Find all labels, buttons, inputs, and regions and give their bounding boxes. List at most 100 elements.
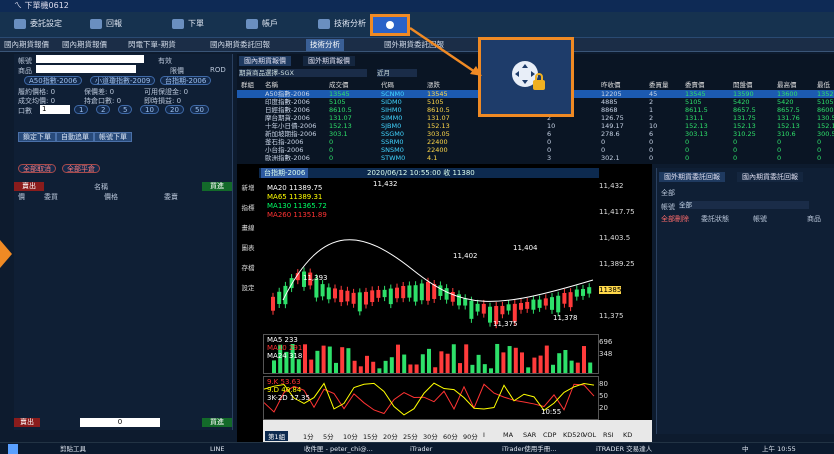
qty-btn-20[interactable]: 20: [165, 105, 184, 114]
timeframe-button[interactable]: KD: [623, 431, 632, 439]
sell-button[interactable]: 賣出: [14, 418, 40, 427]
group-select[interactable]: 第1組: [265, 431, 289, 441]
quote-row[interactable]: 小台指-2006 0 SNSM0 22400 0 0 0 0 0 0 0: [237, 146, 834, 154]
tab-domestic-report[interactable]: 國內期貨委託回報: [210, 39, 270, 51]
qty-btn-1[interactable]: 1: [74, 105, 89, 114]
volume-bar: [365, 355, 369, 373]
product-filter[interactable]: 期貨商品選擇-SGX: [239, 69, 367, 77]
timeframe-button[interactable]: MA: [503, 431, 513, 439]
quote-row[interactable]: 十年小日債-2006 152.13 SJBM0 152.13 10 149.17 10 152…: [237, 122, 834, 130]
axis-tick: 11,403.5: [599, 234, 631, 242]
toolbar-button-report[interactable]: 回報: [90, 15, 122, 33]
timeframe-button[interactable]: SAR: [523, 431, 536, 439]
legend-item: 9.K 53.63: [267, 378, 301, 386]
chart-side-menu: 新增 指標 畫線 圖表 存檔 設定: [237, 182, 259, 312]
timeframe-button[interactable]: 25分: [403, 431, 418, 441]
lock-toolbar-button[interactable]: [370, 14, 410, 36]
timeframe-button[interactable]: 60分: [443, 431, 458, 441]
timeframe-button[interactable]: RSI: [603, 431, 614, 439]
price-type[interactable]: 限價: [170, 66, 184, 76]
tab-domestic-order-report[interactable]: 國內期貨委託回報: [737, 172, 803, 182]
col-ask: 委賣: [164, 193, 178, 201]
side-draw[interactable]: 畫線: [240, 222, 256, 236]
qty-btn-5[interactable]: 5: [118, 105, 133, 114]
timeframe-button[interactable]: VOL: [583, 431, 596, 439]
side-chart[interactable]: 圖表: [240, 242, 256, 256]
timeframe-button[interactable]: KD520: [563, 431, 585, 439]
tab-flash-order[interactable]: 閃電下單-期貨: [128, 39, 176, 51]
volume-bar: [420, 354, 425, 373]
timeframe-button[interactable]: 15分: [363, 431, 378, 441]
timeframe-button[interactable]: 10分: [343, 431, 358, 441]
report-panel: 國外期貨委託回報 國內期貨委託回報 全部 帳號 全部 全部刪除 委託狀態 帳號 …: [656, 168, 834, 434]
quote-row[interactable]: 歐洲指數-2006 0 STWM0 4.1 3 302.1 0 0 0 0 0: [237, 154, 834, 162]
quote-cell-bq: 2: [649, 98, 654, 106]
toolbar-button-tech-analysis[interactable]: 技術分析: [318, 15, 366, 33]
buy-button[interactable]: 買進: [202, 418, 232, 427]
start-icon[interactable]: [8, 444, 18, 454]
tab-foreign-order-report[interactable]: 國外期貨委託回報: [659, 172, 725, 182]
lock-order-button[interactable]: 鎖定下單: [18, 132, 56, 142]
timeframe-button[interactable]: 20分: [383, 431, 398, 441]
quote-cell-chg: 303.05: [427, 130, 450, 138]
legend-item: MA24 318: [267, 352, 303, 360]
timeframe-button[interactable]: I: [483, 431, 485, 439]
rod-type[interactable]: ROD: [210, 66, 226, 74]
tab-foreign-quote[interactable]: 國外期貨報價: [303, 56, 355, 66]
taskbar-app-manual[interactable]: iTrader使用手冊...: [502, 444, 556, 454]
pill-taiex[interactable]: 台指期-2006: [160, 76, 212, 85]
taskbar-app-snip[interactable]: 剪貼工具: [60, 444, 86, 454]
qty-btn-2[interactable]: 2: [96, 105, 111, 114]
chart-symbol[interactable]: 台指期-2006: [261, 168, 309, 178]
quote-row[interactable]: 釜石指-2006 0 SSRM0 22400 0 0 0 0 0 0 0: [237, 138, 834, 146]
side-save[interactable]: 存檔: [240, 262, 256, 276]
qty-input[interactable]: 1: [40, 105, 70, 114]
qty-btn-10[interactable]: 10: [140, 105, 159, 114]
timeframe-button[interactable]: 30分: [423, 431, 438, 441]
account-filter-select[interactable]: 全部: [679, 201, 809, 209]
order-qty-field[interactable]: 0: [80, 418, 160, 427]
taskbar-app-itrader[interactable]: iTrader: [410, 444, 432, 454]
pill-dow[interactable]: 小道瓊指數-2009: [90, 76, 156, 85]
tab-domestic-quote-1[interactable]: 國內期貨報價: [4, 39, 49, 51]
quote-row[interactable]: 新加坡期指-2006 303.1 SSGM0 303.05 6 278.6 6 303.13 3…: [237, 130, 834, 138]
close-all-button[interactable]: 全部平倉: [62, 164, 100, 173]
taskbar-app-line[interactable]: LINE: [210, 444, 225, 454]
pill-a50[interactable]: A50指數-2006: [24, 76, 83, 85]
volume-bar: [582, 346, 586, 373]
quote-cell-low: 5105: [817, 98, 834, 106]
tab-domestic-quote-2[interactable]: 國內期貨報價: [62, 39, 107, 51]
price-annotation: 11,404: [513, 244, 538, 252]
lock-settings-icon: [481, 40, 571, 114]
volume-bar: [352, 360, 357, 373]
volume-chart[interactable]: [263, 334, 599, 374]
auto-chase-button[interactable]: 自動追單: [56, 132, 94, 142]
quote-cell-low: 0: [817, 146, 822, 154]
side-new[interactable]: 新增: [240, 182, 256, 196]
tab-tech-analysis[interactable]: 技術分析: [306, 39, 344, 51]
timeframe-button[interactable]: 1分: [303, 431, 314, 441]
toolbar-button-order[interactable]: 下單: [172, 15, 204, 33]
toolbar-button-account[interactable]: 帳戶: [246, 15, 278, 33]
taskbar-lang[interactable]: 中: [742, 444, 749, 454]
quote-cell-chg: 152.13: [427, 122, 450, 130]
delete-all-button[interactable]: 全部刪除: [661, 214, 689, 224]
toolbar-button-order-settings[interactable]: 委託設定: [14, 15, 62, 33]
timeframe-button[interactable]: CDP: [543, 431, 556, 439]
volume-bar: [532, 357, 537, 373]
account-select[interactable]: [36, 55, 144, 63]
cancel-all-button[interactable]: 全部取消: [18, 164, 56, 173]
quote-cell-qty: 10: [547, 122, 556, 130]
taskbar-app-mail[interactable]: 收件匣 - peter_chi@...: [304, 444, 373, 454]
tab-domestic-quote[interactable]: 國內期貨報價: [239, 56, 291, 66]
taskbar-app-trader[interactable]: iTRADER 交易達人: [596, 444, 652, 454]
qty-btn-50[interactable]: 50: [190, 105, 209, 114]
quote-cell-bq: 0: [649, 138, 654, 146]
account-order-button[interactable]: 帳號下單: [94, 132, 132, 142]
side-settings[interactable]: 設定: [240, 282, 256, 296]
product-input[interactable]: [36, 65, 136, 73]
quote-cell-bq: 0: [649, 146, 654, 154]
timeframe-button[interactable]: 90分: [463, 431, 478, 441]
timeframe-button[interactable]: 5分: [323, 431, 334, 441]
side-indicator[interactable]: 指標: [240, 202, 256, 216]
